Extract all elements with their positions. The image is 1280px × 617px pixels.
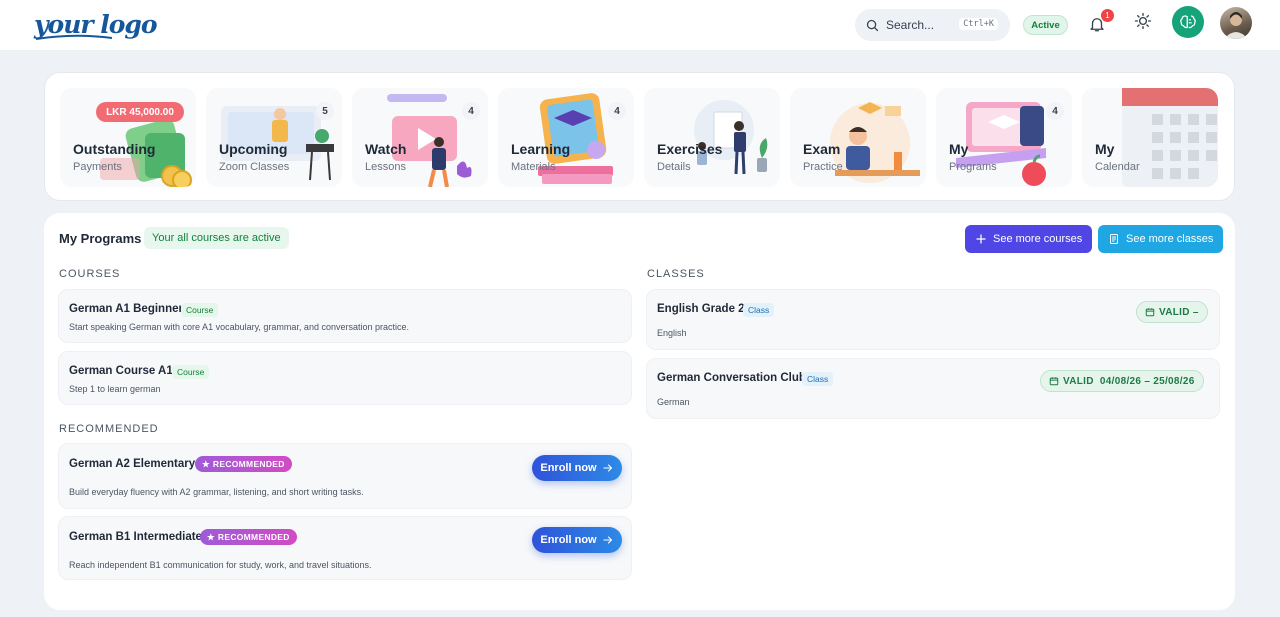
section-title: My Programs [59,231,142,246]
arrow-right-icon [603,536,612,544]
course-description: Start speaking German with core A1 vocab… [69,322,409,332]
star-icon: ★ [207,531,215,542]
course-name: German B1 Intermediate [69,531,202,543]
course-tag: Course [181,303,219,317]
class-card[interactable]: English Grade 2 Class English VALID – [646,289,1220,350]
search-icon [866,19,879,31]
tile-outstanding-payments[interactable]: LKR 45,000.00 Outstanding Payments [60,88,196,187]
validity-badge: VALID 04/08/26 – 25/08/26 [1040,370,1204,392]
recommended-tag: ★ RECOMMENDED [195,456,292,472]
search-label: Search... [886,18,935,32]
button-label: Enroll now [540,462,597,474]
tile-title: Exam [803,141,841,157]
recommended-tag: ★ RECOMMENDED [200,529,297,545]
user-avatar[interactable] [1220,7,1252,39]
tile-subtitle: Payments [73,161,122,173]
recommended-heading: RECOMMENDED [59,423,159,435]
enroll-now-button[interactable]: Enroll now [532,455,622,481]
tile-title: My [1095,141,1115,157]
brain-icon [1180,15,1196,29]
avatar-photo [1224,12,1248,39]
button-label: Enroll now [540,534,597,546]
see-more-classes-button[interactable]: See more classes [1098,225,1224,253]
tile-watch-lessons[interactable]: 4 Watch Lessons [352,88,488,187]
calendar-icon [1049,377,1059,386]
classes-heading: CLASSES [647,268,705,280]
theme-toggle-sun-icon[interactable] [1134,12,1152,30]
course-card[interactable]: German Course A1 Course Step 1 to learn … [58,351,632,405]
tile-learning-materials[interactable]: 4 Learning Materials [498,88,634,187]
ai-assistant-button[interactable] [1172,6,1204,38]
course-name: German A1 Beginner [69,303,183,315]
tile-title: Exercises [657,141,723,157]
status-badge: Active [1023,15,1068,35]
outstanding-amount-badge: LKR 45,000.00 [96,102,184,122]
tile-count: 4 [462,102,480,120]
course-name: German Course A1 [69,365,173,377]
tile-title: My [949,141,969,157]
class-name: German Conversation Club [657,372,806,384]
arrow-right-icon [603,464,612,472]
class-tag: Class [802,372,834,386]
course-tag: Course [172,365,210,379]
tile-title: Upcoming [219,141,288,157]
logo-swoosh-icon [35,34,113,40]
enroll-now-button[interactable]: Enroll now [532,527,622,553]
recommended-course-card: German A2 Elementary ★ RECOMMENDED Build… [58,443,632,509]
tile-subtitle: Programs [949,161,997,173]
recommended-course-card: German B1 Intermediate ★ RECOMMENDED Rea… [58,516,632,580]
tile-subtitle: Details [657,161,691,173]
star-icon: ★ [202,458,210,469]
class-card[interactable]: German Conversation Club Class German VA… [646,358,1220,419]
validity-badge: VALID – [1136,301,1208,323]
my-programs-panel: My Programs Your all courses are active … [44,213,1235,610]
tile-my-programs[interactable]: 4 My Programs [936,88,1072,187]
tile-exercises-details[interactable]: Exercises Details [644,88,780,187]
tile-subtitle: Zoom Classes [219,161,290,173]
tile-my-calendar[interactable]: My Calendar [1082,88,1218,187]
courses-heading: COURSES [59,268,121,280]
tile-count: 4 [1046,102,1064,120]
calendar-icon [1145,308,1155,317]
see-more-courses-button[interactable]: See more courses [965,225,1093,253]
tile-title: Watch [365,141,407,157]
validity-text: VALID – [1159,306,1199,318]
tile-upcoming-zoom-classes[interactable]: 5 Upcoming Zoom Classes [206,88,342,187]
tile-title: Outstanding [73,141,156,157]
tile-title: Learning [511,141,571,157]
plus-icon [976,234,986,244]
search-button[interactable]: Search... Ctrl+K [855,9,1010,41]
course-card[interactable]: German A1 Beginner Course Start speaking… [58,289,632,343]
tile-count: 5 [316,102,334,120]
quick-access-panel: LKR 45,000.00 Outstanding Payments 5 Upc… [44,72,1235,201]
class-tag: Class [743,303,775,317]
class-language: English [657,328,687,338]
notification-count: 1 [1101,9,1114,22]
recommended-tag-label: RECOMMENDED [217,532,290,542]
tile-subtitle: Materials [511,161,556,173]
course-description: Reach independent B1 communication for s… [69,560,372,570]
class-language: German [657,397,690,407]
top-bar: your logo Search... Ctrl+K Active 1 [0,0,1280,51]
search-shortcut: Ctrl+K [959,18,998,30]
button-label: See more courses [993,233,1083,245]
class-name: English Grade 2 [657,303,745,315]
courses-status-pill: Your all courses are active [144,227,289,249]
tile-exam-practice[interactable]: Exam Practice [790,88,926,187]
tile-count: 4 [608,102,626,120]
course-description: Step 1 to learn german [69,384,161,394]
tile-subtitle: Practice [803,161,843,173]
course-name: German A2 Elementary [69,458,196,470]
tile-subtitle: Lessons [365,161,406,173]
validity-text: VALID 04/08/26 – 25/08/26 [1063,375,1195,387]
tile-subtitle: Calendar [1095,161,1140,173]
button-label: See more classes [1126,233,1214,245]
recommended-tag-label: RECOMMENDED [212,459,285,469]
list-document-icon [1110,234,1118,244]
course-description: Build everyday fluency with A2 grammar, … [69,487,364,497]
